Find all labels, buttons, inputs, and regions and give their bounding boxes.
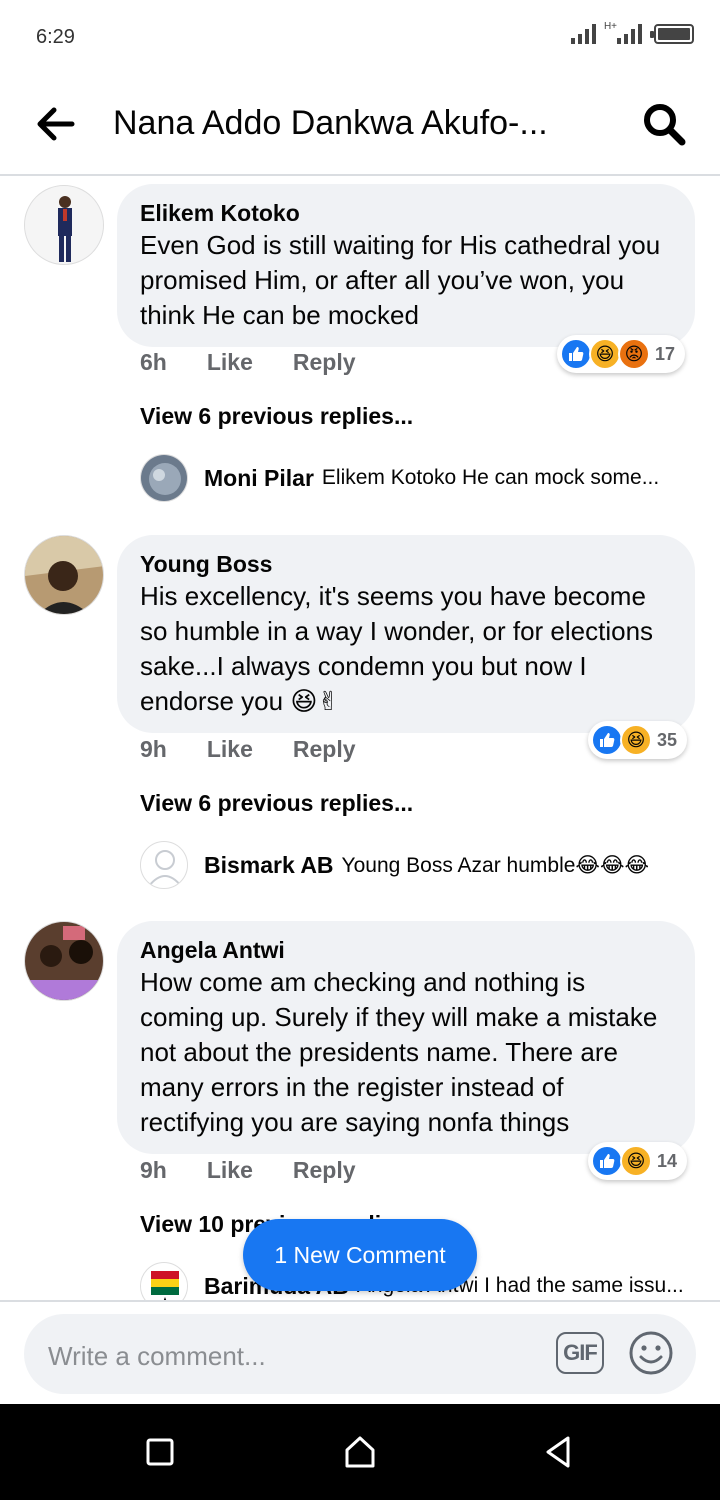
reply-button[interactable]: Reply — [293, 1157, 356, 1184]
page-title: Nana Addo Dankwa Akufo-... — [113, 104, 548, 142]
like-reaction-icon — [591, 1145, 623, 1177]
home-icon[interactable] — [340, 1432, 380, 1472]
reply-preview[interactable]: Moni Pilar Elikem Kotoko He can mock som… — [140, 454, 700, 502]
reply-preview[interactable]: Bismark AB Young Boss Azar humble😂😂😂 — [140, 841, 700, 889]
comment-actions: 9h Like Reply — [140, 1157, 356, 1184]
network-type: H+ — [603, 21, 617, 32]
reply-avatar[interactable] — [140, 454, 188, 502]
reaction-summary[interactable]: 😆 35 — [588, 721, 688, 759]
comment-time: 9h — [140, 736, 167, 762]
reply-author[interactable]: Moni Pilar — [204, 465, 314, 492]
reply-button[interactable]: Reply — [293, 736, 356, 763]
system-nav-bar — [0, 1404, 720, 1500]
reply-avatar[interactable] — [140, 1262, 188, 1300]
status-bar: 6:29 H+ — [0, 0, 720, 72]
reply-text: Elikem Kotoko He can mock some... — [321, 466, 660, 489]
comment-input[interactable]: Write a comment... GIF — [24, 1314, 696, 1394]
header: Nana Addo Dankwa Akufo-... — [0, 72, 720, 176]
comment-text: His excellency, it's seems you have beco… — [140, 581, 654, 716]
haha-reaction-icon: 😆 — [620, 1145, 652, 1177]
haha-reaction-icon: 😆 — [589, 338, 621, 370]
reaction-count: 14 — [657, 1150, 678, 1171]
comment-input-placeholder: Write a comment... — [48, 1341, 266, 1371]
reaction-summary[interactable]: 😆 14 — [588, 1142, 688, 1180]
recents-icon[interactable] — [140, 1432, 180, 1472]
comment-author[interactable]: Angela Antwi — [140, 935, 673, 965]
like-button[interactable]: Like — [207, 1157, 253, 1184]
reply-button[interactable]: Reply — [293, 349, 356, 376]
comment-bubble[interactable]: Angela Antwi How come am checking and no… — [117, 921, 695, 1154]
avatar-image — [25, 922, 103, 1000]
like-button[interactable]: Like — [207, 349, 253, 376]
like-button[interactable]: Like — [207, 736, 253, 763]
reaction-summary[interactable]: 😆 😡 17 — [557, 335, 686, 373]
emoji-icon[interactable] — [628, 1330, 674, 1376]
composer-bar: Write a comment... GIF — [0, 1300, 720, 1404]
reply-text: Young Boss Azar humble😂😂😂 — [341, 853, 650, 877]
avatar[interactable] — [24, 921, 104, 1001]
like-reaction-icon — [560, 338, 592, 370]
comment-bubble[interactable]: Young Boss His excellency, it's seems yo… — [117, 535, 695, 733]
reply-avatar[interactable] — [140, 841, 188, 889]
haha-reaction-icon: 😆 — [620, 724, 652, 756]
comment-actions: 6h Like Reply — [140, 349, 356, 376]
reaction-count: 35 — [657, 729, 678, 750]
view-previous-replies[interactable]: View 6 previous replies... — [140, 790, 413, 817]
status-icons: H+ — [570, 21, 694, 44]
avatar-image — [25, 186, 103, 264]
avatar[interactable] — [24, 535, 104, 615]
comment-text: How come am checking and nothing is comi… — [140, 967, 658, 1137]
angry-reaction-icon: 😡 — [618, 338, 650, 370]
back-nav-icon[interactable] — [538, 1432, 578, 1472]
comment-author[interactable]: Young Boss — [140, 549, 673, 579]
gif-icon[interactable]: GIF — [556, 1332, 604, 1374]
avatar[interactable] — [24, 185, 104, 265]
reply-author[interactable]: Bismark AB — [204, 852, 334, 879]
signal-icon — [570, 22, 596, 44]
comment-bubble[interactable]: Elikem Kotoko Even God is still waiting … — [117, 184, 695, 347]
comment-time: 9h — [140, 1157, 167, 1183]
signal-icon-2 — [617, 22, 642, 44]
search-icon[interactable] — [642, 102, 686, 146]
battery-icon — [650, 24, 694, 44]
avatar-image — [25, 536, 103, 614]
status-time: 6:29 — [36, 26, 75, 48]
comment-actions: 9h Like Reply — [140, 736, 356, 763]
back-arrow-icon[interactable] — [36, 106, 76, 142]
reaction-count: 17 — [655, 343, 676, 364]
comments-feed[interactable]: Elikem Kotoko Even God is still waiting … — [0, 178, 720, 1300]
comment-author[interactable]: Elikem Kotoko — [140, 198, 673, 228]
new-comment-button[interactable]: 1 New Comment — [243, 1219, 477, 1291]
view-previous-replies[interactable]: View 6 previous replies... — [140, 403, 413, 430]
like-reaction-icon — [591, 724, 623, 756]
comment-time: 6h — [140, 349, 167, 375]
comment-text: Even God is still waiting for His cathed… — [140, 230, 661, 330]
